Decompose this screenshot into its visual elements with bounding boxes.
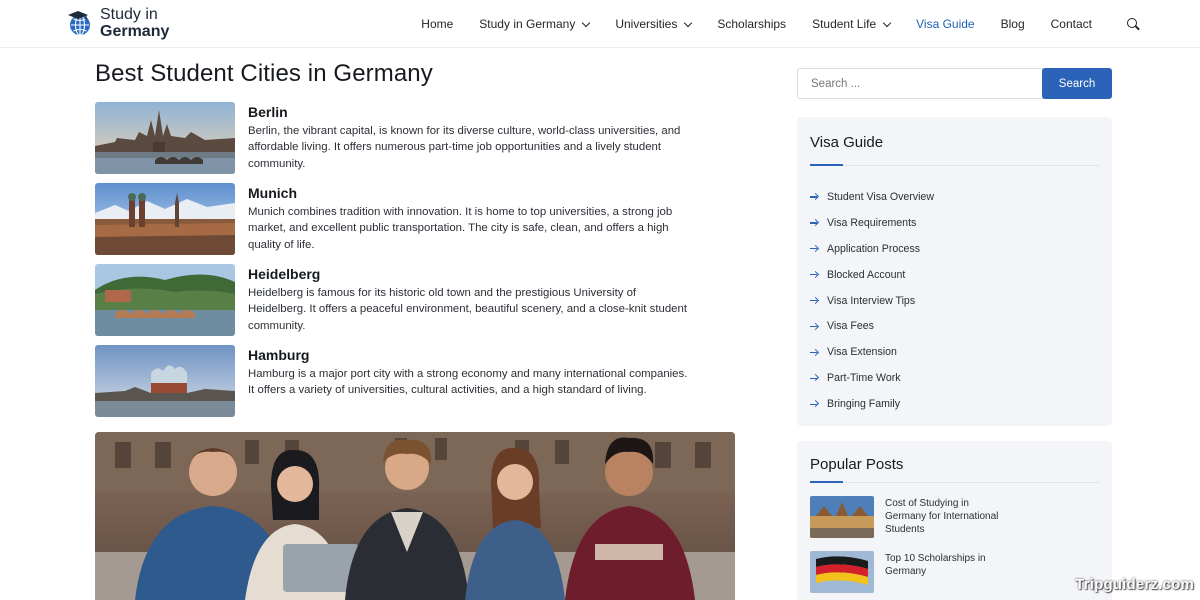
popular-posts-widget: Popular Posts Cost of Studying in German…: [797, 441, 1112, 600]
city-name[interactable]: Munich: [248, 185, 297, 201]
city-name[interactable]: Heidelberg: [248, 266, 320, 282]
visa-link-blocked-account[interactable]: Blocked Account: [810, 262, 934, 288]
visa-link-part-time-work[interactable]: Part-Time Work: [810, 365, 934, 391]
nav-scholarships[interactable]: Scholarships: [717, 17, 786, 31]
city-name[interactable]: Hamburg: [248, 347, 309, 363]
sidebar-search: Search: [797, 68, 1112, 99]
site-header: Study in Germany Home Study in Germany U…: [0, 0, 1200, 48]
nav-visa-guide[interactable]: Visa Guide: [916, 17, 974, 31]
main-nav: Home Study in Germany Universities Schol…: [395, 0, 1140, 48]
post-title[interactable]: Top 10 Scholarships in Germany: [885, 552, 1005, 578]
nav-universities[interactable]: Universities: [615, 17, 693, 31]
munich-city-image[interactable]: [95, 183, 235, 255]
visa-link-visa-interview-tips[interactable]: Visa Interview Tips: [810, 288, 934, 314]
site-logo[interactable]: Study in Germany: [66, 6, 169, 40]
widget-title: Visa Guide: [810, 134, 884, 151]
visa-link-visa-requirements[interactable]: Visa Requirements: [810, 210, 934, 236]
arrow-right-icon: [810, 219, 818, 227]
city-name[interactable]: Berlin: [248, 104, 288, 120]
nav-home[interactable]: Home: [421, 17, 453, 31]
popular-post[interactable]: Cost of Studying in Germany for Internat…: [810, 496, 1100, 540]
search-icon[interactable]: [1126, 17, 1140, 31]
arrow-right-icon: [810, 348, 818, 356]
nav-student-life[interactable]: Student Life: [812, 17, 892, 31]
post-thumbnail[interactable]: [810, 496, 874, 538]
city-description: Heidelberg is famous for its historic ol…: [248, 287, 688, 332]
post-thumbnail[interactable]: [810, 551, 874, 593]
city-card-munich: Munich Munich combines tradition with in…: [95, 183, 735, 255]
chevron-down-icon: [882, 18, 892, 27]
berlin-city-image[interactable]: [95, 102, 235, 174]
search-button[interactable]: Search: [1042, 68, 1112, 99]
widget-title: Popular Posts: [810, 456, 904, 473]
city-card-hamburg: Hamburg Hamburg is a major port city wit…: [95, 345, 735, 417]
city-description: Munich combines tradition with innovatio…: [248, 206, 673, 251]
logo-line-1: Study in: [100, 6, 158, 23]
arrow-right-icon: [810, 297, 818, 305]
globe-graduation-cap-icon: [66, 9, 94, 37]
chevron-down-icon: [582, 18, 591, 27]
hamburg-city-image[interactable]: [95, 345, 235, 417]
logo-line-2: Germany: [100, 23, 170, 40]
page-title: Best Student Cities in Germany: [95, 60, 433, 87]
site-watermark: Tripguiderz.com: [1075, 576, 1194, 593]
city-description: Hamburg is a major port city with a stro…: [248, 368, 688, 397]
heidelberg-city-image[interactable]: [95, 264, 235, 336]
visa-link-visa-extension[interactable]: Visa Extension: [810, 339, 934, 365]
city-card-berlin: Berlin Berlin, the vibrant capital, is k…: [95, 102, 735, 174]
visa-guide-widget: Visa Guide Student Visa Overview Visa Re…: [797, 117, 1112, 426]
students-hero-image: [95, 432, 735, 600]
search-input[interactable]: [797, 68, 1043, 99]
arrow-right-icon: [810, 193, 818, 201]
nav-blog[interactable]: Blog: [1001, 17, 1025, 31]
post-title[interactable]: Cost of Studying in Germany for Internat…: [885, 497, 1005, 536]
nav-study-in-germany[interactable]: Study in Germany: [479, 17, 591, 31]
city-description: Berlin, the vibrant capital, is known fo…: [248, 125, 681, 170]
visa-guide-list: Student Visa Overview Visa Requirements …: [810, 184, 934, 417]
chevron-down-icon: [684, 18, 693, 27]
popular-post[interactable]: Top 10 Scholarships in Germany: [810, 551, 1100, 595]
nav-contact[interactable]: Contact: [1051, 17, 1092, 31]
city-card-heidelberg: Heidelberg Heidelberg is famous for its …: [95, 264, 735, 336]
arrow-right-icon: [810, 400, 818, 408]
arrow-right-icon: [810, 322, 818, 330]
visa-link-visa-fees[interactable]: Visa Fees: [810, 313, 934, 339]
visa-link-student-visa-overview[interactable]: Student Visa Overview: [810, 184, 934, 210]
visa-link-application-process[interactable]: Application Process: [810, 236, 934, 262]
arrow-right-icon: [810, 245, 818, 253]
visa-link-bringing-family[interactable]: Bringing Family: [810, 391, 934, 417]
arrow-right-icon: [810, 374, 818, 382]
arrow-right-icon: [810, 271, 818, 279]
